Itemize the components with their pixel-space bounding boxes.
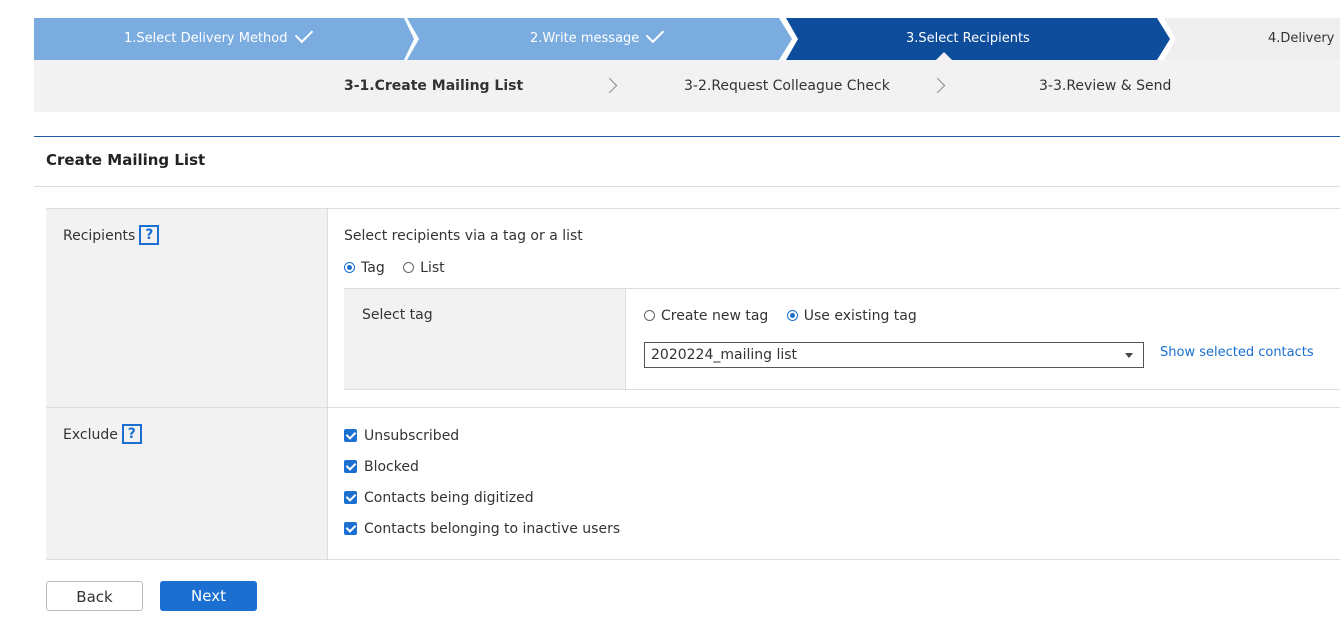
show-selected-contacts-link[interactable]: Show selected contacts xyxy=(1160,345,1314,360)
back-button[interactable]: Back xyxy=(46,581,143,611)
exclude-item[interactable]: Blocked xyxy=(344,457,419,477)
row-divider xyxy=(46,407,1340,408)
checkbox-checked-icon[interactable] xyxy=(344,490,357,504)
exclude-item-label: Unsubscribed xyxy=(364,428,460,444)
checkbox-checked-icon[interactable] xyxy=(344,459,357,473)
list-radio-option[interactable]: List xyxy=(403,258,445,278)
header-divider xyxy=(34,136,1340,137)
help-icon[interactable]: ? xyxy=(139,225,160,245)
step-1-label: 1.Select Delivery Method xyxy=(124,31,288,46)
substep-1-label: 3-1.Create Mailing List xyxy=(344,78,524,94)
step-4: 4.Delivery xyxy=(1164,18,1340,60)
step-2-label: 2.Write message xyxy=(530,31,640,46)
use-existing-tag-option[interactable]: Use existing tag xyxy=(786,306,917,326)
step-4-label: 4.Delivery xyxy=(1268,31,1335,46)
select-tag-table: Select tag Create new tag Use existing t… xyxy=(344,288,1340,390)
list-radio-label: List xyxy=(420,260,445,276)
radio-unselected-icon[interactable] xyxy=(644,309,655,321)
wizard-steps: 1.Select Delivery Method 2.Write message… xyxy=(34,18,1340,60)
exclude-item[interactable]: Contacts being digitized xyxy=(344,488,534,508)
tag-radio-option[interactable]: Tag xyxy=(344,258,385,278)
create-new-tag-option[interactable]: Create new tag xyxy=(644,306,768,326)
check-icon xyxy=(294,24,313,44)
checkbox-checked-icon[interactable] xyxy=(344,521,357,535)
next-button[interactable]: Next xyxy=(160,581,257,611)
exclude-label: Exclude xyxy=(63,427,118,443)
radio-selected-icon[interactable] xyxy=(786,309,798,321)
column-divider xyxy=(327,209,328,559)
substep-3-label: 3-3.Review & Send xyxy=(1039,78,1172,94)
title-divider xyxy=(34,186,1340,187)
create-new-tag-label: Create new tag xyxy=(661,308,769,324)
radio-selected-icon[interactable] xyxy=(344,261,355,273)
step-3: 3.Select Recipients xyxy=(786,18,1170,60)
checkbox-checked-icon[interactable] xyxy=(344,428,357,442)
substeps: 3-1.Create Mailing List 3-2.Request Coll… xyxy=(34,60,1340,112)
exclude-item-label: Contacts belonging to inactive users xyxy=(364,521,621,537)
exclude-item[interactable]: Unsubscribed xyxy=(344,426,459,446)
recipient-type-group: Tag List xyxy=(344,258,459,278)
select-tag-label: Select tag xyxy=(362,307,433,323)
exclude-item[interactable]: Contacts belonging to inactive users xyxy=(344,519,620,539)
tag-dropdown[interactable]: 2020224_mailing list xyxy=(644,342,1144,368)
help-icon[interactable]: ? xyxy=(121,424,142,444)
page-title: Create Mailing List xyxy=(46,151,206,169)
tag-radio-label: Tag xyxy=(361,260,385,276)
tag-dropdown-value: 2020224_mailing list xyxy=(651,347,798,363)
tag-mode-group: Create new tag Use existing tag xyxy=(644,306,931,326)
step-3-label: 3.Select Recipients xyxy=(906,31,1030,46)
recipients-label-cell: Recipients? xyxy=(46,209,327,407)
use-existing-tag-label: Use existing tag xyxy=(803,308,917,324)
caret-down-icon xyxy=(1125,353,1133,358)
exclude-item-label: Contacts being digitized xyxy=(364,490,534,506)
exclude-label-cell: Exclude? xyxy=(46,408,327,559)
active-step-notch xyxy=(936,52,952,60)
step-2: 2.Write message xyxy=(407,18,792,60)
recipients-label: Recipients xyxy=(63,228,136,244)
exclude-item-label: Blocked xyxy=(364,459,419,475)
check-icon xyxy=(646,24,665,44)
step-1: 1.Select Delivery Method xyxy=(34,18,414,60)
select-tag-label-cell: Select tag xyxy=(344,289,625,389)
chevron-right-icon xyxy=(601,77,618,94)
chevron-right-icon xyxy=(929,77,946,94)
recipients-instruction: Select recipients via a tag or a list xyxy=(344,228,583,244)
substep-2-label: 3-2.Request Colleague Check xyxy=(684,78,890,94)
column-divider xyxy=(625,289,626,389)
recipients-form: Recipients? Exclude? Select recipients v… xyxy=(46,208,1340,560)
radio-unselected-icon[interactable] xyxy=(403,261,415,273)
